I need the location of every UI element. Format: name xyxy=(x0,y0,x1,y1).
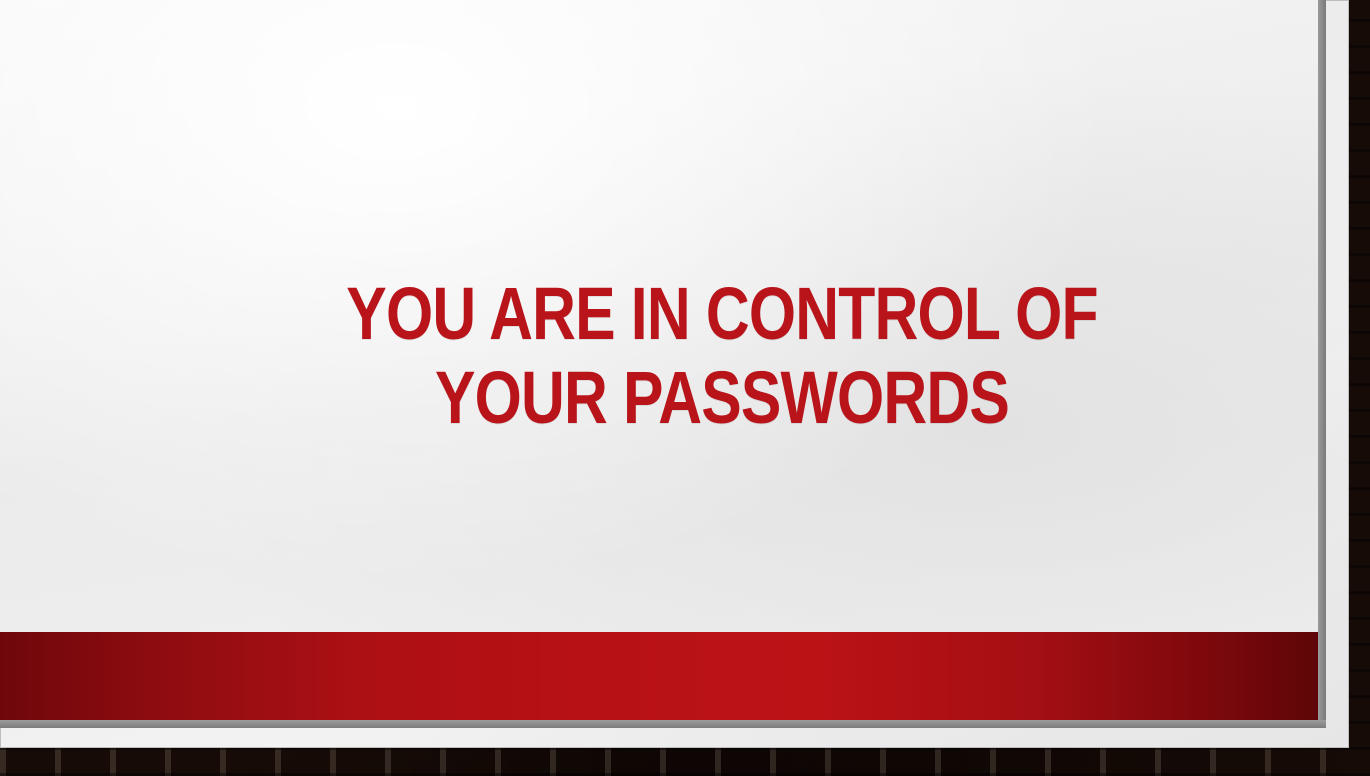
slide-canvas: YOU ARE IN CONTROL OF YOUR PASSWORDS xyxy=(0,0,1318,720)
slide-shadow-right xyxy=(1318,0,1326,728)
slide-shadow-bottom xyxy=(0,720,1326,728)
slide-title: YOU ARE IN CONTROL OF YOUR PASSWORDS xyxy=(346,272,1098,439)
footer-accent-band xyxy=(0,632,1318,720)
